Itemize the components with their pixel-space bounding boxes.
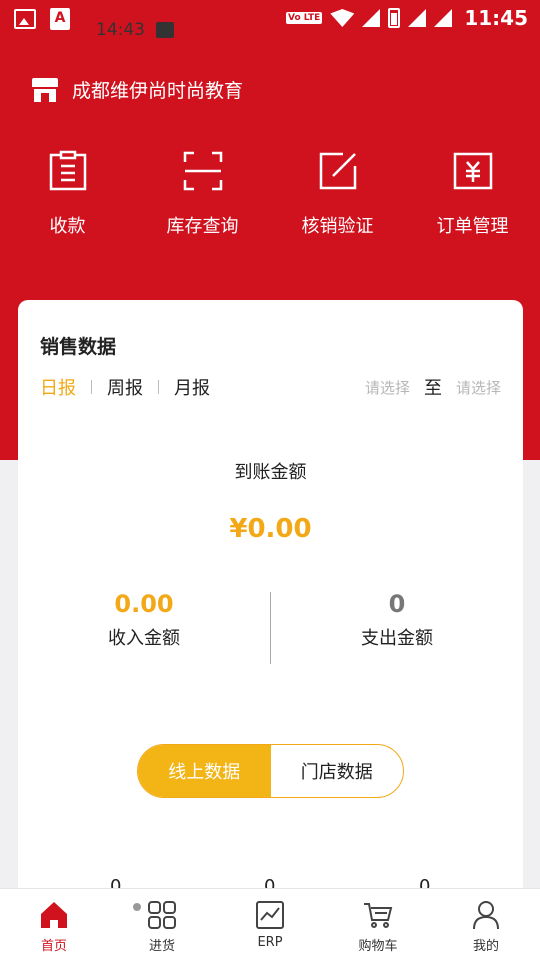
image-overlay-icon	[156, 22, 174, 38]
store-data-button[interactable]: 门店数据	[271, 745, 404, 797]
expense-block: 0 支出金额	[271, 590, 523, 650]
signal-icon-2	[408, 9, 427, 27]
image-notification-icon	[14, 9, 36, 29]
sales-data-card: 销售数据 日报 周报 月报 请选择 至 请选择 到账金额 ¥0.00 0.00 …	[18, 300, 523, 920]
data-source-toggle: 线上数据 门店数据	[137, 744, 404, 798]
date-range: 请选择 至 请选择	[365, 374, 501, 400]
arrived-amount-label: 到账金额	[234, 462, 307, 483]
tab-divider	[158, 380, 159, 394]
store-header[interactable]: 成都维伊尚时尚教育	[32, 76, 243, 103]
income-label: 收入金额	[108, 628, 180, 649]
nav-label: 首页	[40, 939, 67, 954]
nav-label: 购物车	[358, 939, 398, 954]
nav-label: ERP	[257, 935, 283, 950]
edit-verify-icon	[319, 152, 356, 190]
online-data-button[interactable]: 线上数据	[138, 745, 271, 797]
nav-purchase[interactable]: 进货	[108, 889, 216, 960]
scan-icon	[183, 151, 222, 191]
store-icon	[32, 77, 58, 102]
action-label: 库存查询	[166, 216, 239, 237]
status-bar: A 14:43 Vo LTE 11:45	[0, 0, 540, 40]
period-tabs: 日报 周报 月报	[40, 374, 210, 400]
indicator-dot	[133, 903, 141, 911]
action-order-management[interactable]: 订单管理	[405, 150, 540, 238]
start-date-picker[interactable]: 请选择	[365, 377, 410, 398]
income-expense-summary: 0.00 收入金额 0 支出金额	[18, 590, 523, 670]
action-receive-payment[interactable]: 收款	[0, 150, 135, 238]
arrived-amount-value: ¥0.00	[229, 514, 312, 544]
signal-icon	[362, 9, 381, 27]
sales-title: 销售数据	[40, 336, 117, 358]
tab-divider	[91, 380, 92, 394]
action-label: 核销验证	[301, 216, 374, 237]
quick-actions: 收款 库存查询 核销验证 订单管理	[0, 150, 540, 238]
bottom-navigation: 首页 进货 ERP 购物车 我的	[0, 888, 540, 960]
tab-monthly[interactable]: 月报	[174, 374, 210, 400]
app-notification-icon: A	[50, 8, 70, 30]
income-value: 0.00	[114, 590, 174, 618]
nav-label: 进货	[148, 939, 175, 954]
status-time: 11:45	[464, 6, 528, 30]
expense-value: 0	[388, 590, 406, 618]
nav-profile[interactable]: 我的	[432, 889, 540, 960]
status-indicators: Vo LTE 11:45	[286, 6, 528, 30]
action-inventory-query[interactable]: 库存查询	[135, 150, 270, 238]
range-separator: 至	[423, 378, 442, 399]
volte-icon: Vo LTE	[286, 12, 323, 24]
tab-weekly[interactable]: 周报	[107, 374, 143, 400]
user-icon	[473, 901, 499, 930]
receipt-icon	[49, 150, 86, 191]
income-block: 0.00 收入金额	[18, 590, 270, 650]
secondary-time: 14:43	[96, 20, 145, 40]
grid-icon	[148, 901, 176, 929]
action-label: 订单管理	[436, 216, 509, 237]
signal-icon-3	[434, 9, 453, 27]
yen-order-icon	[453, 152, 492, 190]
nav-cart[interactable]: 购物车	[324, 889, 432, 960]
store-name: 成都维伊尚时尚教育	[72, 80, 244, 102]
battery-icon	[388, 8, 401, 28]
action-verify[interactable]: 核销验证	[270, 150, 405, 238]
tab-daily[interactable]: 日报	[40, 374, 76, 400]
nav-home[interactable]: 首页	[0, 889, 108, 960]
cart-icon	[364, 903, 393, 928]
home-icon	[41, 902, 67, 928]
expense-label: 支出金额	[361, 628, 433, 649]
chart-icon	[256, 901, 284, 929]
end-date-picker[interactable]: 请选择	[456, 377, 501, 398]
action-label: 收款	[49, 216, 86, 237]
status-notifications: A	[14, 8, 70, 30]
nav-erp[interactable]: ERP	[216, 889, 324, 960]
wifi-icon	[330, 9, 355, 27]
nav-label: 我的	[472, 939, 499, 954]
